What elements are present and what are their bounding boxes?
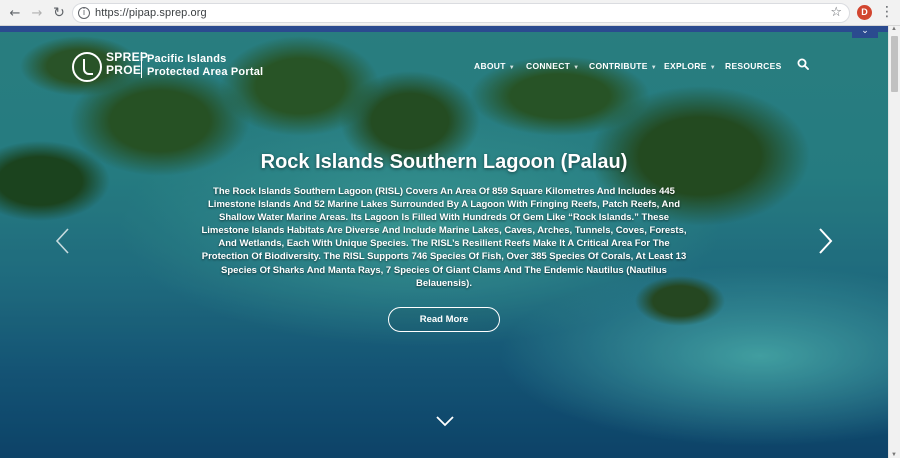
search-icon[interactable] [797,58,809,70]
forward-icon[interactable]: → [28,4,46,22]
read-more-button[interactable]: Read More [388,307,500,332]
accent-top-bar [0,26,888,32]
site-title-line-1: Pacific Islands [147,53,227,65]
slide-title: Rock Islands Southern Lagoon (Palau) [260,151,628,173]
carousel-prev-icon[interactable] [52,226,74,256]
browser-toolbar: ← → ↻ i https://pipap.sprep.org ☆ D ⋮ [0,0,900,26]
address-bar[interactable]: i https://pipap.sprep.org ☆ [72,3,850,23]
chevron-down-icon: ▼ [508,65,515,71]
nav-explore[interactable]: EXPLORE ▼ [664,61,716,71]
scroll-up-arrow-icon[interactable]: ▲ [891,26,897,32]
scrollbar-thumb[interactable] [891,36,898,92]
nav-about-label: ABOUT [474,61,506,71]
nav-connect-label: CONNECT [526,61,571,71]
slide-description: The Rock Islands Southern Lagoon (RISL) … [201,186,687,289]
nav-resources-label: RESOURCES [725,61,782,71]
browser-menu-icon[interactable]: ⋮ [880,3,894,21]
site-title-line-2: Protected Area Portal [147,66,264,78]
site-title[interactable]: Pacific Islands Protected Area Portal [147,53,263,79]
nav-contribute[interactable]: CONTRIBUTE ▼ [589,61,657,71]
nav-explore-label: EXPLORE [664,61,707,71]
url-text[interactable]: https://pipap.sprep.org [95,7,207,19]
chevron-down-icon[interactable]: ⌄ [852,26,878,38]
nav-connect[interactable]: CONNECT ▼ [526,61,579,71]
profile-avatar[interactable]: D [857,5,872,20]
chevron-down-icon: ▼ [650,65,657,71]
scroll-down-arrow-icon[interactable]: ▼ [891,452,897,458]
page-scrollbar[interactable]: ▲ ▼ [888,26,900,458]
logo-divider [141,52,142,78]
scroll-down-chevron-icon[interactable] [435,414,455,428]
carousel-next-icon[interactable] [814,226,836,256]
nav-contribute-label: CONTRIBUTE [589,61,648,71]
chevron-down-icon: ▼ [709,65,716,71]
chevron-down-icon: ▼ [573,65,580,71]
site-info-icon[interactable]: i [78,7,90,19]
back-icon[interactable]: ← [6,4,24,22]
sprep-logo-icon[interactable] [72,52,102,82]
nav-about[interactable]: ABOUT ▼ [474,61,515,71]
nav-resources[interactable]: RESOURCES [725,61,782,71]
bookmark-star-icon[interactable]: ☆ [830,5,842,20]
page-viewport: ⌄ SPREP PROE Pacific Islands Protected A… [0,26,888,458]
reload-icon[interactable]: ↻ [50,4,68,22]
